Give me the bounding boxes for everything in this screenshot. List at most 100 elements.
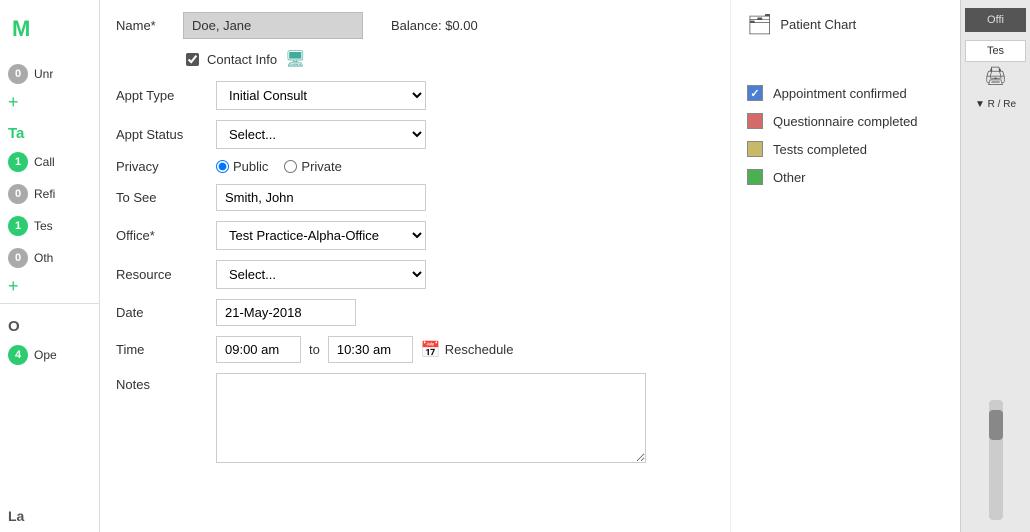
time-row: Time to 📅 Reschedule [116, 336, 714, 363]
unread-label: Unr [34, 67, 53, 81]
legend-label-tests: Tests completed [773, 142, 867, 157]
checkmark-icon: ✓ [750, 87, 759, 100]
oth-badge: 0 [8, 248, 28, 268]
date-row: Date [116, 299, 714, 326]
contact-info-checkbox[interactable] [186, 53, 199, 66]
notes-label: Notes [116, 373, 216, 392]
date-label: Date [116, 305, 216, 320]
office-row: Office* Test Practice-Alpha-Office [116, 221, 714, 250]
legend-color-appointment: ✓ [747, 85, 763, 101]
add-button-1[interactable]: + [0, 90, 99, 115]
contact-info-label: Contact Info [207, 52, 277, 67]
right-panel-title: Offi [965, 8, 1026, 32]
balance-text: Balance: $0.00 [391, 18, 478, 33]
office-label: Office* [116, 228, 216, 243]
contact-info-row: Contact Info 🖥 [186, 49, 714, 69]
tes-label: Tes [34, 219, 53, 233]
sidebar-item-refi[interactable]: 0 Refi [0, 178, 99, 210]
call-badge: 1 [8, 152, 28, 172]
patient-chart-row: 🗂 Patient Chart [747, 12, 944, 37]
privacy-private-text: Private [301, 159, 341, 174]
sidebar-item-oth[interactable]: 0 Oth [0, 242, 99, 274]
ope-label: Ope [34, 348, 57, 362]
sidebar-item-call[interactable]: 1 Call [0, 146, 99, 178]
folder-icon: 🗂 [747, 12, 772, 37]
sidebar-logo: M [0, 8, 99, 58]
privacy-private-radio[interactable] [284, 160, 297, 173]
appt-type-row: Appt Type Initial Consult Follow Up Chec… [116, 81, 714, 110]
refi-badge: 0 [8, 184, 28, 204]
calendar-icon: 📅 [421, 340, 441, 360]
reschedule-label: Reschedule [445, 342, 514, 357]
time-group: to 📅 Reschedule [216, 336, 513, 363]
resource-select[interactable]: Select... [216, 260, 426, 289]
resource-row: Resource Select... [116, 260, 714, 289]
privacy-public-text: Public [233, 159, 268, 174]
scrollbar-area [965, 114, 1026, 524]
privacy-public-label[interactable]: Public [216, 159, 268, 174]
notes-textarea[interactable] [216, 373, 646, 463]
scroll-track[interactable] [989, 400, 1003, 520]
to-see-row: To See [116, 184, 714, 211]
legend-label-appointment: Appointment confirmed [773, 86, 907, 101]
appt-status-label: Appt Status [116, 127, 216, 142]
legend-color-tests [747, 141, 763, 157]
unread-badge: 0 [8, 64, 28, 84]
legend-item-appointment: ✓ Appointment confirmed [747, 85, 944, 101]
privacy-public-radio[interactable] [216, 160, 229, 173]
name-input[interactable] [183, 12, 363, 39]
office-select[interactable]: Test Practice-Alpha-Office [216, 221, 426, 250]
print-icon[interactable]: 🖨 [965, 66, 1026, 87]
appt-type-select[interactable]: Initial Consult Follow Up Check-up [216, 81, 426, 110]
ope-badge: 4 [8, 345, 28, 365]
legend-item-tests: Tests completed [747, 141, 944, 157]
right-panel-section: ▼ R / Re [965, 99, 1026, 110]
legend-item-other: Other [747, 169, 944, 185]
tes-badge: 1 [8, 216, 28, 236]
legend-label-questionnaire: Questionnaire completed [773, 114, 918, 129]
to-see-input[interactable] [216, 184, 426, 211]
appt-status-row: Appt Status Select... Confirmed Cancelle… [116, 120, 714, 149]
resource-label: Resource [116, 267, 216, 282]
privacy-private-label[interactable]: Private [284, 159, 341, 174]
to-see-label: To See [116, 190, 216, 205]
privacy-radio-group: Public Private [216, 159, 342, 174]
right-panel: Offi Tes 🖨 ▼ R / Re [960, 0, 1030, 532]
legend-item-questionnaire: Questionnaire completed [747, 113, 944, 129]
sidebar-divider [0, 303, 99, 304]
right-panel-label: ▼ R / Re [965, 99, 1026, 110]
sidebar-item-unread[interactable]: 0 Unr [0, 58, 99, 90]
appt-status-select[interactable]: Select... Confirmed Cancelled Pending [216, 120, 426, 149]
patient-chart-label: Patient Chart [780, 17, 856, 32]
section-title-ta: Ta [0, 115, 99, 146]
sidebar-item-ope[interactable]: 4 Ope [0, 339, 99, 371]
legend-color-questionnaire [747, 113, 763, 129]
call-label: Call [34, 155, 55, 169]
legend-color-other [747, 169, 763, 185]
legend-panel: 🗂 Patient Chart ✓ Appointment confirmed … [730, 0, 960, 532]
left-sidebar: M 0 Unr + Ta 1 Call 0 Refi 1 Tes 0 Oth +… [0, 0, 100, 532]
main-form-area: Name* Balance: $0.00 Contact Info 🖥 Appt… [100, 0, 730, 532]
time-end-input[interactable] [328, 336, 413, 363]
notes-row: Notes [116, 373, 714, 463]
scroll-thumb [989, 410, 1003, 440]
section-title-o: O [0, 308, 99, 339]
bottom-label: La [0, 500, 99, 532]
refi-label: Refi [34, 187, 55, 201]
monitor-icon: 🖥 [285, 49, 305, 69]
oth-label: Oth [34, 251, 53, 265]
legend-label-other: Other [773, 170, 806, 185]
sidebar-item-tes[interactable]: 1 Tes [0, 210, 99, 242]
name-row: Name* Balance: $0.00 [116, 12, 714, 39]
privacy-label: Privacy [116, 159, 216, 174]
time-to-sep: to [309, 342, 320, 357]
date-input[interactable] [216, 299, 356, 326]
privacy-row: Privacy Public Private [116, 159, 714, 174]
time-label: Time [116, 342, 216, 357]
reschedule-button[interactable]: 📅 Reschedule [421, 340, 514, 360]
add-button-2[interactable]: + [0, 274, 99, 299]
time-start-input[interactable] [216, 336, 301, 363]
name-label: Name* [116, 18, 171, 33]
appt-type-label: Appt Type [116, 88, 216, 103]
right-panel-test-btn[interactable]: Tes [965, 40, 1026, 62]
